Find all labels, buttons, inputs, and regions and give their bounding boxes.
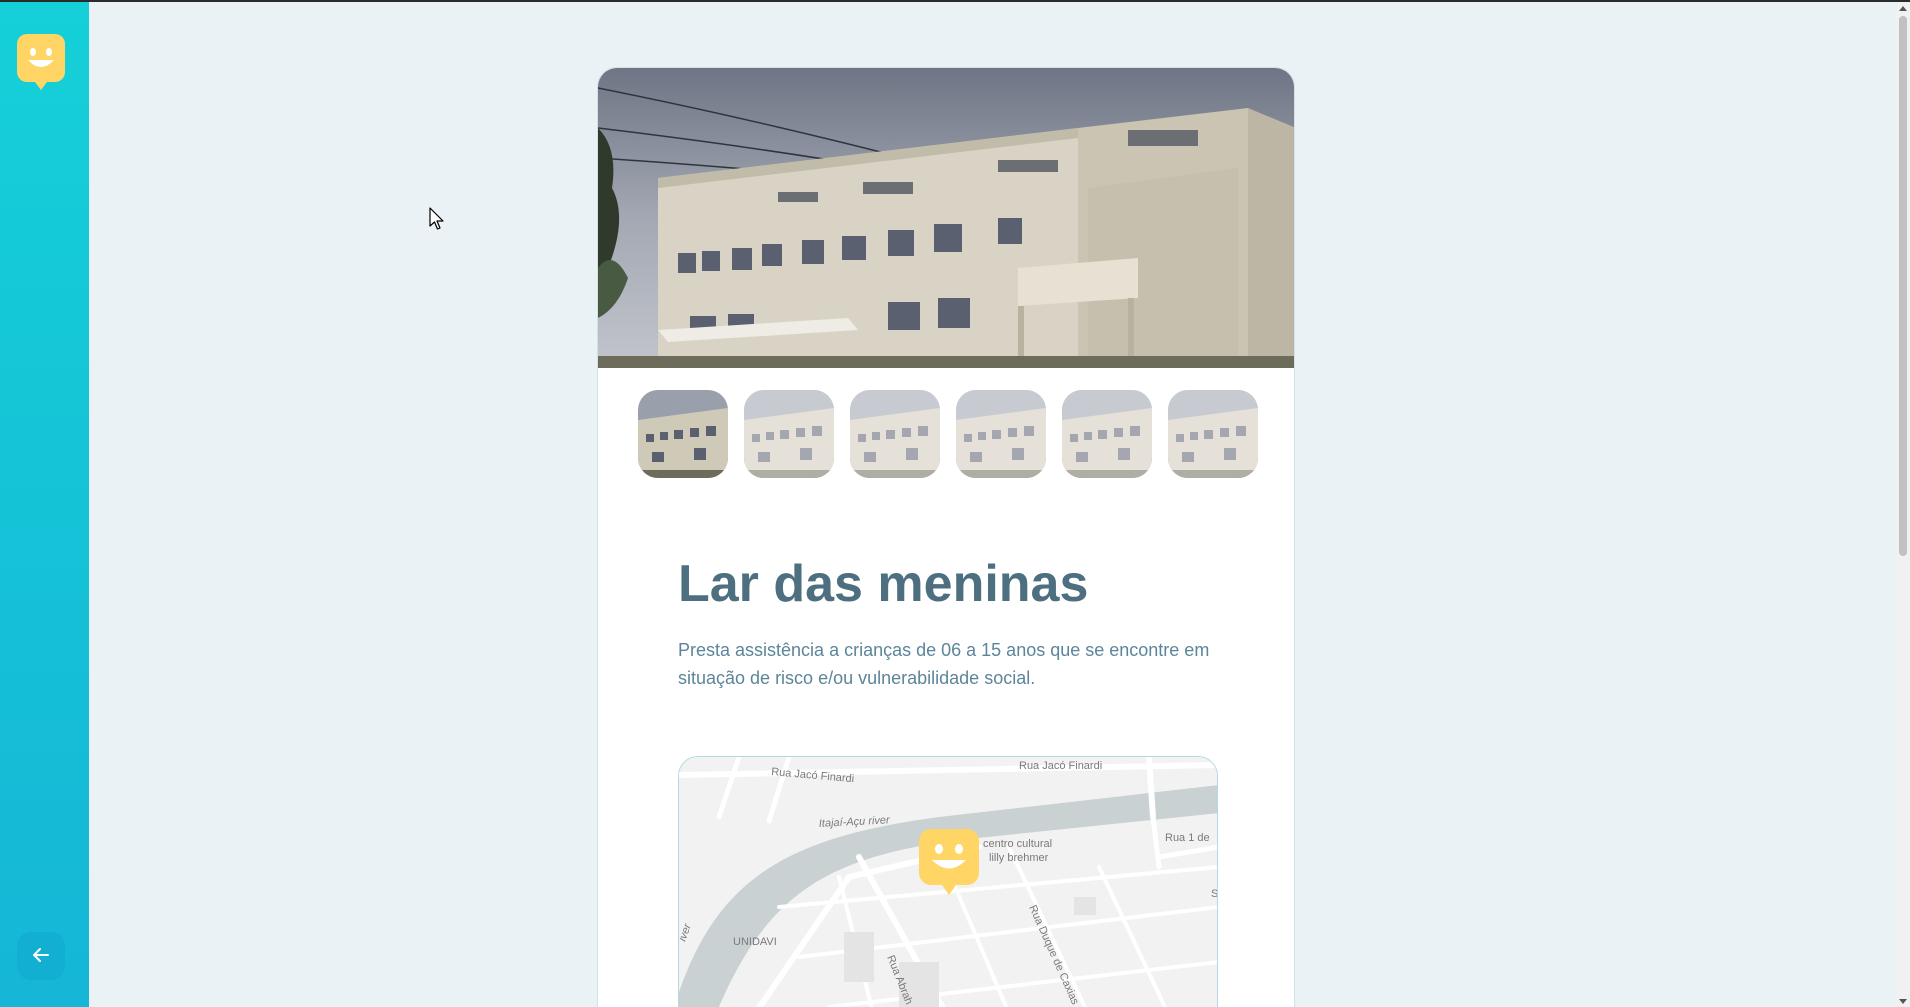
scrollbar-thumb[interactable] <box>1899 16 1907 556</box>
map-label-edge-s: S <box>1211 888 1218 900</box>
orphanage-name: Lar das meninas <box>678 555 1089 613</box>
thumbnail-4[interactable] <box>956 390 1046 478</box>
map-label-street-3: Rua 1 de <box>1165 832 1210 844</box>
location-map[interactable]: Rua Jacó Finardi Rua Jacó Finardi Itajaí… <box>678 756 1218 1007</box>
photo-thumbnails <box>638 390 1258 478</box>
thumbnail-2[interactable] <box>744 390 834 478</box>
main-photo <box>598 68 1294 368</box>
mouse-cursor-icon <box>429 207 445 231</box>
thumbnail-6[interactable] <box>1168 390 1258 478</box>
map-label-poi-line-1: centro cultural <box>983 838 1052 850</box>
thumbnail-1[interactable] <box>638 390 728 478</box>
thumbnail-5[interactable] <box>1062 390 1152 478</box>
back-button[interactable] <box>17 932 65 980</box>
arrow-left-icon <box>31 945 51 968</box>
happy-face-logo-icon[interactable] <box>17 34 65 90</box>
page-scrollbar[interactable] <box>1896 2 1910 1007</box>
map-label-street-2: Rua Jacó Finardi <box>1019 760 1102 772</box>
orphanage-details-card: Lar das meninas Presta assistência a cri… <box>597 67 1295 1007</box>
window-top-border <box>0 0 1910 2</box>
scroll-up-arrow-icon[interactable] <box>1899 6 1907 11</box>
sidebar <box>0 2 89 1007</box>
orphanage-about: Presta assistência a crianças de 06 a 15… <box>678 640 1210 688</box>
scroll-down-arrow-icon[interactable] <box>1899 999 1907 1004</box>
thumbnail-3[interactable] <box>850 390 940 478</box>
map-label-unidavi: UNIDAVI <box>733 936 777 948</box>
map-label-poi-line-2: lilly brehmer <box>989 852 1049 864</box>
